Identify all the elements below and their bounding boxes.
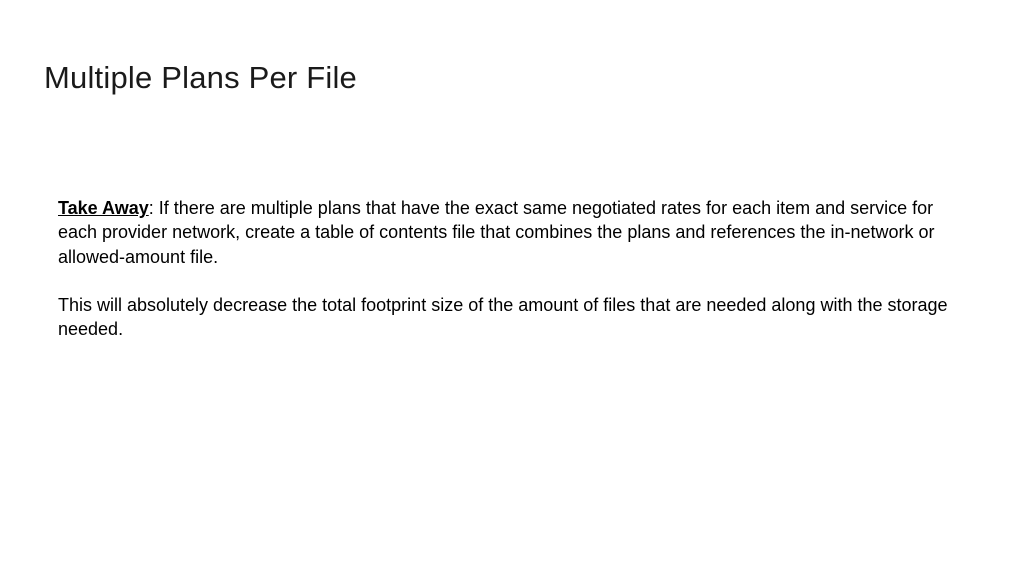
followup-paragraph: This will absolutely decrease the total … (58, 293, 950, 342)
takeaway-paragraph: Take Away: If there are multiple plans t… (58, 196, 950, 269)
takeaway-label: Take Away (58, 198, 149, 218)
slide-content: Take Away: If there are multiple plans t… (44, 196, 980, 341)
slide-title: Multiple Plans Per File (44, 60, 980, 96)
takeaway-text: : If there are multiple plans that have … (58, 198, 935, 267)
slide-container: Multiple Plans Per File Take Away: If th… (0, 0, 1024, 576)
